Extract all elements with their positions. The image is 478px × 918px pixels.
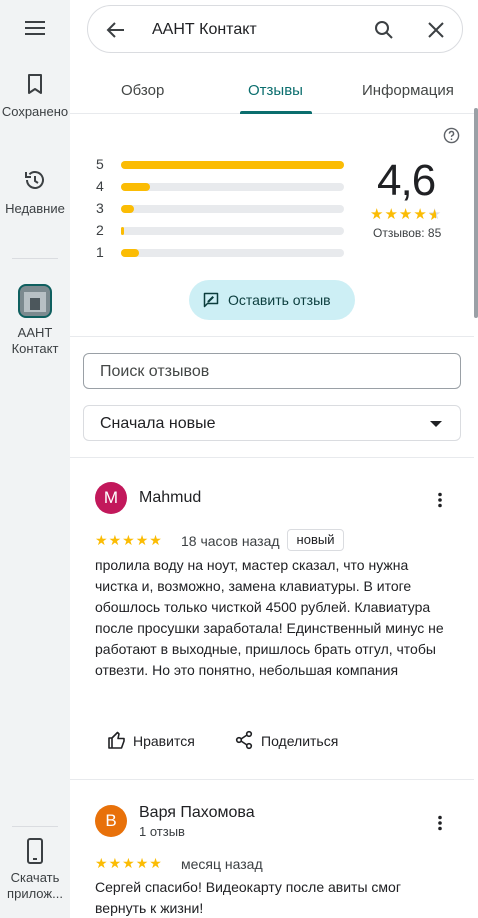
section-divider xyxy=(70,457,474,458)
star-icon: ★ xyxy=(122,855,136,871)
tab-info[interactable]: Информация xyxy=(362,82,454,99)
avatar[interactable]: В xyxy=(95,805,127,837)
download-label: Скачать прилож... xyxy=(7,870,63,901)
histogram-star-label: 5 xyxy=(96,156,104,172)
search-box[interactable]: ААНТ Контакт xyxy=(87,5,463,53)
active-tab-indicator xyxy=(240,111,312,114)
sort-selected: Сначала новые xyxy=(100,415,216,432)
histogram-bar-track xyxy=(121,249,344,257)
histogram-bar-track xyxy=(121,227,344,235)
histogram-star-label: 4 xyxy=(96,178,104,194)
place-nav-item[interactable]: ААНТ Контакт xyxy=(0,284,70,357)
place-panel: ААНТ Контакт Обзор Отзывы Информация 5 4 3… xyxy=(70,0,474,918)
rate-review-icon xyxy=(203,292,219,308)
histogram-row: 5 xyxy=(96,156,346,172)
review-search-input[interactable]: Поиск отзывов xyxy=(83,353,461,389)
saved-nav-item[interactable]: Сохранено xyxy=(0,72,70,120)
histogram-star-label: 3 xyxy=(96,200,104,216)
star-icon: ★ xyxy=(149,855,163,871)
close-icon[interactable] xyxy=(424,18,448,42)
review-text: пролила воду на ноут, мастер сказал, что… xyxy=(95,557,444,678)
phone-icon xyxy=(27,838,43,864)
histogram-bar-fill xyxy=(121,161,344,169)
histogram-star-label: 1 xyxy=(96,244,104,260)
navigation-rail: Сохранено Недавние ААНТ Контакт Скачать … xyxy=(0,0,70,918)
histogram-bar-track xyxy=(121,205,344,213)
review-count: Отзывов: 85 xyxy=(373,226,442,240)
place-label: ААНТ Контакт xyxy=(11,325,59,356)
review-text: Сергей спасибо! Видеокарту после авиты с… xyxy=(95,879,401,916)
average-rating: 4,6 xyxy=(377,156,436,205)
menu-button[interactable] xyxy=(0,18,70,38)
back-arrow-icon[interactable] xyxy=(104,18,128,42)
share-icon xyxy=(235,730,253,750)
star-icon: ★ xyxy=(135,532,150,548)
like-button[interactable]: Нравится xyxy=(133,733,195,749)
histogram-row: 4 xyxy=(96,178,346,194)
star-icon: ★ xyxy=(135,855,150,871)
review-date: месяц назад xyxy=(181,856,263,872)
thumbs-up-icon xyxy=(108,731,125,749)
place-thumbnail xyxy=(18,284,52,318)
star-icon: ★ xyxy=(108,855,123,871)
star-icon: ★ xyxy=(370,206,385,223)
more-options-icon[interactable] xyxy=(430,490,450,510)
histogram-bar-track xyxy=(121,183,344,191)
download-app-item[interactable]: Скачать прилож... xyxy=(0,838,70,902)
histogram-row: 1 xyxy=(96,244,346,260)
star-icon: ★ xyxy=(413,206,428,223)
write-review-label: Оставить отзыв xyxy=(228,292,331,308)
help-icon[interactable] xyxy=(443,127,460,144)
write-review-button[interactable]: Оставить отзыв xyxy=(189,280,355,320)
histogram-bar-fill xyxy=(121,227,124,235)
histogram-star-label: 2 xyxy=(96,222,104,238)
star-icon: ★ xyxy=(95,855,109,871)
rail-divider xyxy=(12,258,58,259)
histogram-bar-fill xyxy=(121,249,139,257)
more-options-icon[interactable] xyxy=(430,813,450,833)
review-stars: ★★★★★ xyxy=(95,532,163,549)
tab-overview[interactable]: Обзор xyxy=(121,82,164,99)
tab-bar: Обзор Отзывы Информация xyxy=(70,70,474,114)
saved-label: Сохранено xyxy=(1,104,69,119)
sort-dropdown[interactable]: Сначала новые xyxy=(83,405,461,441)
histogram-bar-fill xyxy=(121,205,135,213)
star-icon: ★ xyxy=(398,206,414,223)
star-icon: ★ xyxy=(122,532,136,548)
reviewer-meta: 1 отзыв xyxy=(139,824,185,839)
review-date: 18 часов назад xyxy=(181,533,280,549)
review-search-placeholder: Поиск отзывов xyxy=(100,363,210,380)
review-stars: ★★★★★ xyxy=(95,855,163,872)
search-icon[interactable] xyxy=(372,18,396,42)
dropdown-caret-icon xyxy=(430,421,442,427)
scrollbar[interactable] xyxy=(474,108,478,318)
star-icon: ★ ★ xyxy=(427,206,443,224)
histogram-row: 3 xyxy=(96,200,346,216)
share-button[interactable]: Поделиться xyxy=(261,733,338,749)
rail-divider xyxy=(12,826,58,827)
review-divider xyxy=(70,779,474,780)
star-icon: ★ xyxy=(108,532,123,548)
avatar[interactable]: M xyxy=(95,482,127,514)
histogram-row: 2 xyxy=(96,222,346,238)
star-icon: ★ xyxy=(95,532,109,548)
reviewer-name[interactable]: Mahmud xyxy=(139,489,201,507)
star-icon: ★ xyxy=(384,206,399,223)
star-icon: ★ xyxy=(149,532,163,548)
recent-label: Недавние xyxy=(5,201,65,216)
search-query[interactable]: ААНТ Контакт xyxy=(152,21,257,39)
histogram-bar-fill xyxy=(121,183,150,191)
new-badge: новый xyxy=(287,529,344,551)
histogram-bar-track xyxy=(121,161,344,169)
tab-reviews[interactable]: Отзывы xyxy=(248,82,303,99)
history-icon xyxy=(25,171,44,189)
bookmark-icon xyxy=(28,74,42,94)
reviewer-name[interactable]: Варя Пахомова xyxy=(139,804,255,822)
hamburger-menu-icon xyxy=(25,21,45,35)
recent-nav-item[interactable]: Недавние xyxy=(0,168,70,217)
section-divider xyxy=(70,336,474,337)
summary-stars: ★★★★★ ★ xyxy=(370,205,443,224)
